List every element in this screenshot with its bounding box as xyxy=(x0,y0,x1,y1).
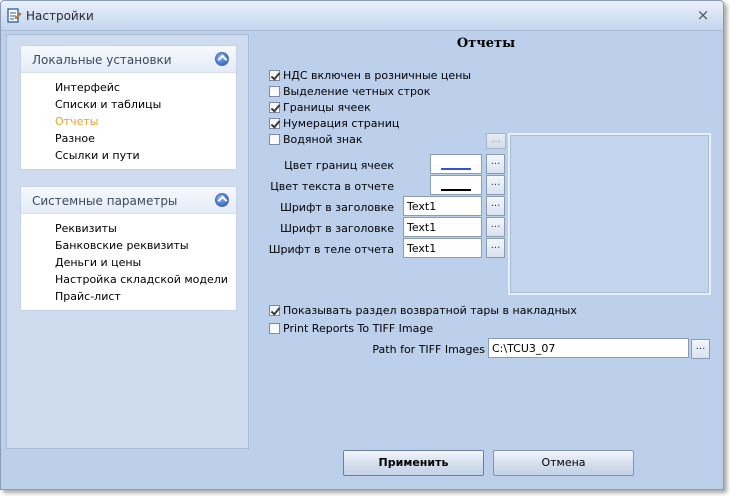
tiff-path-input[interactable] xyxy=(488,338,689,358)
header-font-input-2[interactable] xyxy=(403,217,482,237)
nav-item-interface[interactable]: Интерфейс xyxy=(55,81,120,94)
nav-item-lists-tables[interactable]: Списки и таблицы xyxy=(55,98,161,111)
collapse-icon[interactable] xyxy=(215,52,229,66)
local-settings-header[interactable]: Локальные установки xyxy=(21,46,236,73)
reports-settings-panel: Отчеты НДС включен в розничные цены Выде… xyxy=(251,34,721,449)
nav-item-money-prices[interactable]: Деньги и цены xyxy=(55,256,141,269)
watermark-checkbox[interactable]: Водяной знак xyxy=(269,132,363,146)
checkbox-box[interactable] xyxy=(269,322,280,334)
cell-border-color-field[interactable] xyxy=(430,154,482,174)
nav-item-misc[interactable]: Разное xyxy=(55,132,95,145)
system-params-group: Системные параметры Реквизиты Банковские… xyxy=(20,186,237,311)
checkbox-label: НДС включен в розничные цены xyxy=(283,68,472,82)
cell-border-color-label: Цвет границ ячеек xyxy=(284,159,394,172)
report-text-color-field[interactable] xyxy=(430,175,482,195)
header-font-button-2[interactable]: ... xyxy=(486,217,505,237)
collapse-icon[interactable] xyxy=(215,193,229,207)
checkbox-label: Показывать раздел возвратной тары в накл… xyxy=(283,303,577,317)
tiff-path-browse-button[interactable]: ... xyxy=(691,339,710,359)
settings-window: Настройки × Локальные установки Интерфей… xyxy=(0,0,724,490)
return-tare-checkbox[interactable]: Показывать раздел возвратной тары в накл… xyxy=(269,303,577,317)
checkbox-label: Выделение четных строк xyxy=(283,84,431,98)
system-params-title: Системные параметры xyxy=(32,194,178,208)
nav-item-bank-requisites[interactable]: Банковские реквизиты xyxy=(55,239,189,252)
nav-item-requisites[interactable]: Реквизиты xyxy=(55,222,117,235)
watermark-preview xyxy=(508,133,711,295)
header-font-label-2: Шрифт в заголовке xyxy=(280,222,394,235)
settings-nav-panel: Локальные установки Интерфейс Списки и т… xyxy=(6,34,249,449)
checkbox-box[interactable] xyxy=(269,133,280,145)
window-title: Настройки xyxy=(26,9,94,23)
color-swatch xyxy=(441,168,471,170)
checkbox-box[interactable] xyxy=(269,69,280,81)
body-font-button[interactable]: ... xyxy=(486,238,505,258)
body-font-input[interactable] xyxy=(403,238,482,258)
cell-borders-checkbox[interactable]: Границы ячеек xyxy=(269,100,371,114)
tiff-export-checkbox[interactable]: Print Reports To TIFF Image xyxy=(269,321,433,335)
checkbox-box[interactable] xyxy=(269,85,280,97)
local-settings-title: Локальные установки xyxy=(32,53,172,67)
cell-border-color-button[interactable]: ... xyxy=(486,154,505,174)
vat-included-checkbox[interactable]: НДС включен в розничные цены xyxy=(269,68,471,82)
watermark-browse-button[interactable]: ... xyxy=(486,133,506,149)
title-bar: Настройки × xyxy=(1,1,723,31)
section-title: Отчеты xyxy=(456,36,516,51)
local-settings-group: Локальные установки Интерфейс Списки и т… xyxy=(20,45,237,170)
checkbox-box[interactable] xyxy=(269,101,280,113)
report-text-color-button[interactable]: ... xyxy=(486,175,505,195)
checkbox-label: Границы ячеек xyxy=(283,100,371,114)
header-font-button[interactable]: ... xyxy=(486,196,505,216)
checkbox-label: Водяной знак xyxy=(283,132,363,146)
checkbox-label: Нумерация страниц xyxy=(283,116,400,130)
system-params-header[interactable]: Системные параметры xyxy=(21,187,236,214)
cancel-button[interactable]: Отмена xyxy=(493,450,634,476)
checkbox-box[interactable] xyxy=(269,304,280,316)
close-icon[interactable]: × xyxy=(695,7,711,23)
settings-doc-icon xyxy=(7,8,22,23)
page-numbering-checkbox[interactable]: Нумерация страниц xyxy=(269,116,399,130)
body-font-label: Шрифт в теле отчета xyxy=(268,243,394,256)
highlight-even-rows-checkbox[interactable]: Выделение четных строк xyxy=(269,84,430,98)
report-text-color-label: Цвет текста в отчете xyxy=(270,180,394,193)
nav-item-reports[interactable]: Отчеты xyxy=(55,115,98,128)
checkbox-box[interactable] xyxy=(269,117,280,129)
nav-item-price-list[interactable]: Прайс-лист xyxy=(55,290,121,303)
header-font-label: Шрифт в заголовке xyxy=(280,201,394,214)
color-swatch xyxy=(441,189,471,191)
nav-item-warehouse-model[interactable]: Настройка складской модели xyxy=(55,273,228,286)
checkbox-label: Print Reports To TIFF Image xyxy=(283,321,434,335)
nav-item-links-paths[interactable]: Ссылки и пути xyxy=(55,149,140,162)
header-font-input[interactable] xyxy=(403,196,482,216)
apply-button[interactable]: Применить xyxy=(343,450,484,476)
tiff-path-label: Path for TIFF Images xyxy=(372,343,485,356)
